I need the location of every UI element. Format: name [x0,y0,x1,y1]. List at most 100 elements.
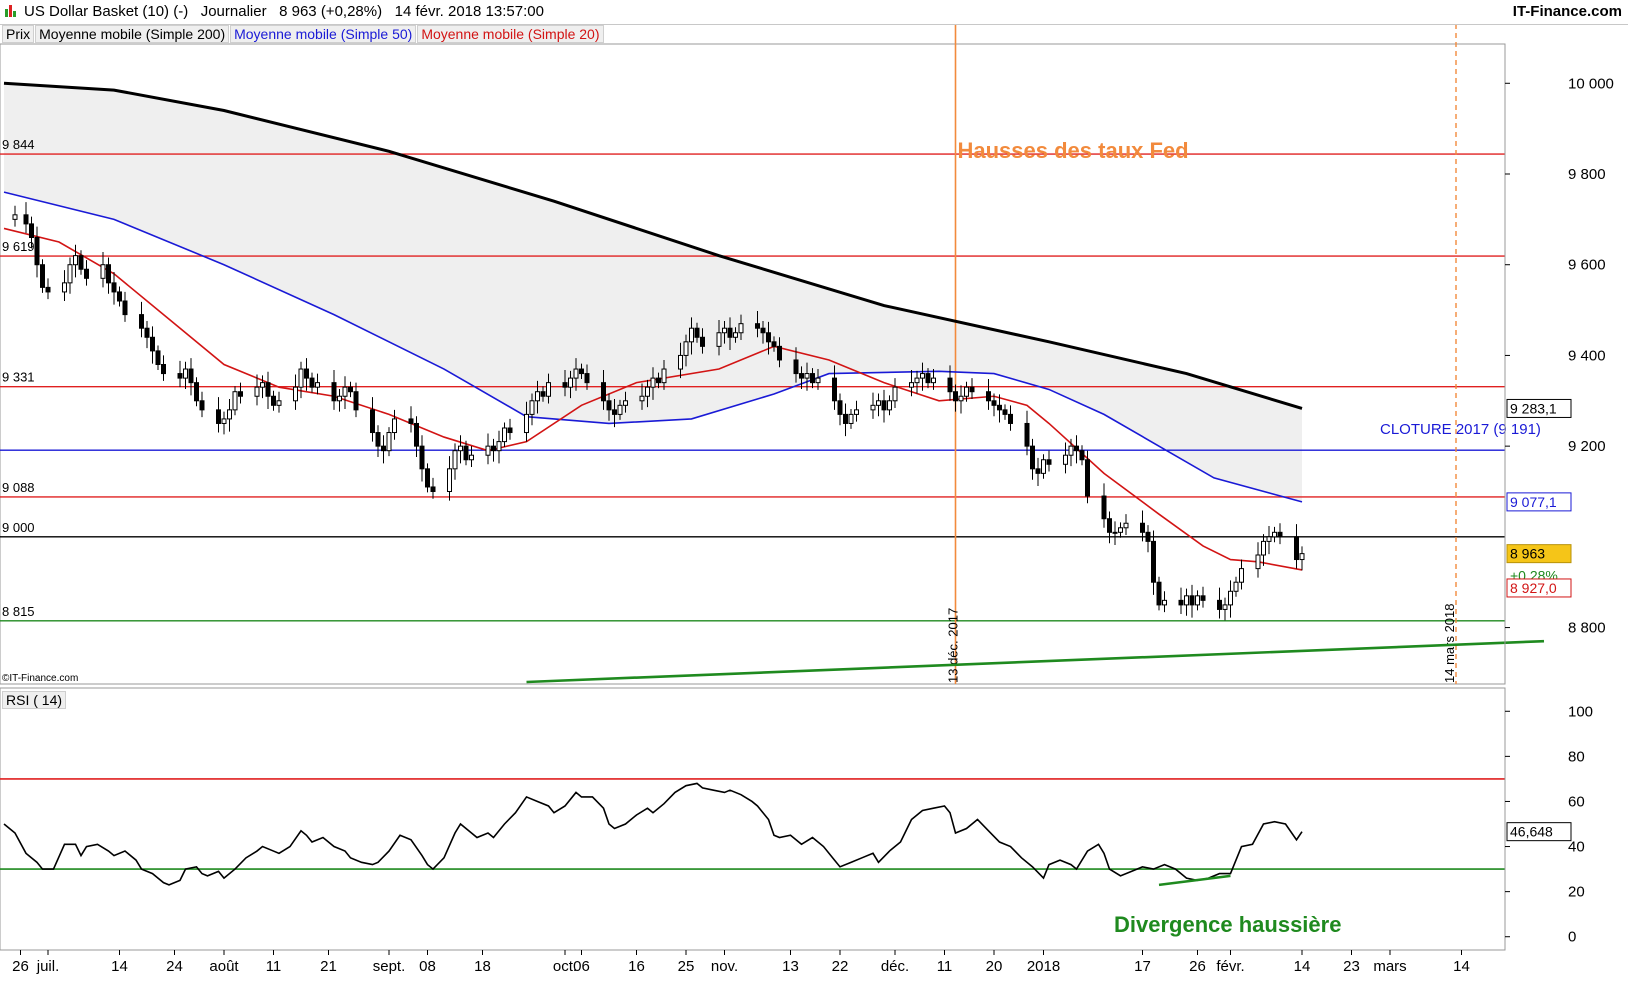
candle-body [386,432,392,452]
chart-canvas[interactable]: 9 844 9 619 9 331 9 088 9 000 8 815 13 déc. 20… [0,0,1628,981]
candle-body [1222,604,1228,610]
candle-body [485,445,491,456]
candle-body [183,368,188,379]
candle-body [1079,450,1085,461]
time-tick-label: juil. [36,958,60,975]
candle-body [760,327,766,334]
candle-body [353,391,359,411]
candle-body [1145,531,1151,542]
time-tick-label: 06 [573,958,590,975]
candle-body [458,445,463,452]
candle-body [188,368,194,384]
time-tick-label: nov. [711,958,738,975]
rsi-tick-label: 100 [1568,703,1593,720]
time-tick-label: 18 [474,958,491,975]
candle-body [716,332,722,347]
time-tick-label: 14 [1294,958,1311,975]
time-tick-label: 25 [678,958,695,975]
candle-body [232,391,238,411]
candle-body [1101,495,1107,520]
candle-body [925,373,931,384]
candlestick-icon [4,4,18,18]
candle-body [694,327,700,338]
candle-body [584,373,590,384]
candle-body [535,391,540,402]
candle-body [452,450,458,470]
rsi-label[interactable]: RSI ( 14) [2,691,67,709]
candle-body [502,427,507,443]
candle-body [150,336,155,352]
time-tick-label: sept. [373,958,406,975]
candle-body [309,377,315,388]
level-label-9619: 9 619 [2,239,35,254]
candle-body [1272,531,1277,538]
price-tick-label: 9 800 [1568,166,1606,183]
time-tick-label: déc. [881,958,909,975]
rsi-tick-label: 60 [1568,793,1585,810]
candle-body [892,386,898,402]
brand-logo[interactable]: IT-Finance.com [1513,3,1622,20]
candle-body [34,237,40,266]
candle-body [876,400,881,406]
time-tick-label: 26 [12,958,29,975]
candle-body [1008,413,1013,424]
vline1-label: 13 déc. 2017 [946,608,961,683]
candle-body [348,386,353,393]
candle-body [144,327,150,338]
legend-ma20[interactable]: Moyenne mobile (Simple 20) [417,25,604,43]
candle-body [1024,422,1030,447]
candle-body [276,400,282,406]
level-label-9000: 9 000 [2,520,35,535]
candle-body [529,400,535,415]
legend-ma50[interactable]: Moyenne mobile (Simple 50) [230,25,417,43]
candle-body [161,364,166,375]
candle-body [612,409,617,415]
candle-body [221,418,227,424]
candle-body [45,286,51,293]
candle-body [837,400,843,415]
candle-body [67,264,73,284]
candle-body [491,445,496,452]
legend-ma200[interactable]: Moyenne mobile (Simple 200) [35,25,230,43]
candle-body [1151,540,1156,583]
candle-body [1085,459,1090,497]
candle-body [381,445,386,452]
candle-body [260,382,265,388]
candle-body [562,382,568,388]
candle-body [656,377,661,384]
candle-body [997,404,1002,411]
price-tick-label: 9 400 [1568,347,1606,364]
candle-body [1294,536,1299,561]
indicator-legend: Prix Moyenne mobile (Simple 200) Moyenne m… [2,25,605,43]
vline2-label: 14 mars 2018 [1442,604,1457,684]
candle-body [73,255,78,266]
candle-body [155,350,161,365]
candle-body [227,409,232,420]
tag-ma200: 9 283,1 [1510,400,1557,416]
candle-body [177,373,183,379]
candle-body [463,445,469,461]
candle-body [815,377,821,384]
candle-body [832,377,837,402]
candle-body [293,386,298,402]
rsi-panel-frame [0,687,1506,951]
time-tick-label: mars [1373,958,1406,975]
candle-body [1195,595,1200,606]
candle-body [991,400,997,406]
candle-body [722,327,727,334]
candle-body [804,373,810,379]
candle-body [579,368,584,375]
candle-body [1112,531,1118,534]
time-tick-label: 21 [320,958,337,975]
candle-body [568,377,573,388]
candle-body [265,382,271,397]
candle-body [62,282,67,293]
candle-body [100,264,106,279]
candle-body [964,386,969,397]
candle-body [199,400,205,411]
candle-body [1046,459,1052,465]
legend-price[interactable]: Prix [2,25,35,43]
candle-body [931,377,936,384]
candle-body [304,368,309,379]
candle-body [881,400,887,411]
